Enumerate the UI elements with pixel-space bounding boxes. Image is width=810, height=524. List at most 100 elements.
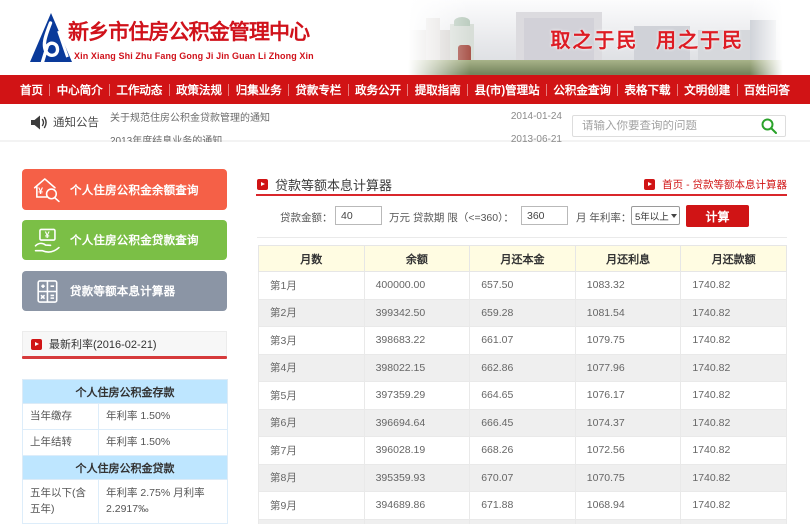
house-search-icon: ¥ [32, 176, 62, 203]
repayment-row: 第8月395359.93670.071070.751740.82 [259, 464, 787, 492]
amount-label: 贷款金额： [280, 210, 333, 225]
repayment-col-header: 月还利息 [575, 246, 681, 272]
repayment-cell: 1077.96 [575, 354, 681, 382]
repayment-row: 第2月399342.50659.281081.541740.82 [259, 299, 787, 327]
repayment-cell: 1072.56 [575, 437, 681, 465]
nav-separator [228, 84, 229, 96]
nav-item-7[interactable]: 政务公开 [355, 82, 401, 98]
repayment-cell: 1740.82 [681, 464, 787, 492]
notice-title[interactable]: 2013年度结息业务的通知 [110, 132, 222, 143]
rates-table: 个人住房公积金存款 当年缴存 年利率 1.50% 上年结转 年利率 1.50% … [22, 379, 228, 524]
repayment-row: 第5月397359.29664.651076.171740.82 [259, 382, 787, 410]
nav-separator [467, 84, 468, 96]
repayment-cell: 666.45 [470, 409, 576, 437]
amount-input[interactable] [335, 206, 382, 225]
notice-title[interactable]: 关于规范住房公积金贷款管理的通知 [110, 109, 270, 124]
main-nav: 首页中心简介工作动态政策法规归集业务贷款专栏政务公开提取指南县(市)管理站公积金… [0, 75, 810, 104]
notice-bar: 通知公告 关于规范住房公积金贷款管理的通知 2014-01-24 2013年度结息业… [0, 104, 810, 142]
notice-list: 关于规范住房公积金贷款管理的通知 2014-01-24 2013年度结息业务的通知2… [110, 104, 562, 142]
repayment-cell: 397359.29 [364, 382, 470, 410]
red-arrow-icon [644, 179, 655, 190]
repayment-col-header: 月还本金 [470, 246, 576, 272]
repayment-cell: 396694.64 [364, 409, 470, 437]
nav-separator [348, 84, 349, 96]
sidebar-button-balance-query[interactable]: ¥ 个人住房公积金余额查询 [22, 169, 227, 210]
nav-separator [677, 84, 678, 96]
notice-item[interactable]: 2013年度结息业务的通知2013-06-21 [110, 128, 562, 142]
nav-item-8[interactable]: 提取指南 [415, 82, 461, 98]
repayment-cell: 1740.82 [681, 327, 787, 355]
repayment-row: 第6月396694.64666.451074.371740.82 [259, 409, 787, 437]
notice-label: 通知公告 [53, 114, 99, 130]
repayment-cell: 673.70 [470, 519, 576, 524]
rates-cell: 上年结转 [23, 430, 99, 456]
repayment-cell: 第2月 [259, 299, 365, 327]
repayment-col-header: 月数 [259, 246, 365, 272]
nav-item-11[interactable]: 表格下载 [625, 82, 671, 98]
nav-item-3[interactable]: 工作动态 [116, 82, 162, 98]
repayment-cell: 1067.12 [575, 519, 681, 524]
repayment-cell: 1740.82 [681, 354, 787, 382]
repayment-cell: 662.86 [470, 354, 576, 382]
sidebar-button-calculator[interactable]: 贷款等额本息计算器 [22, 271, 227, 311]
search-input[interactable] [573, 120, 761, 132]
speaker-icon [30, 115, 47, 130]
nav-item-9[interactable]: 县(市)管理站 [475, 82, 540, 98]
nav-separator [49, 84, 50, 96]
nav-item-6[interactable]: 贷款专栏 [295, 82, 341, 98]
breadcrumb[interactable]: 首页 - 贷款等额本息计算器 [662, 177, 787, 192]
repayment-row: 第10月394017.98673.701067.121740.82 [259, 519, 787, 524]
repayment-cell: 1068.94 [575, 492, 681, 520]
content-title: 贷款等额本息计算器 [275, 175, 392, 194]
nav-separator [737, 84, 738, 96]
nav-item-13[interactable]: 百姓问答 [744, 82, 790, 98]
repayment-cell: 398022.15 [364, 354, 470, 382]
repayment-cell: 第5月 [259, 382, 365, 410]
red-arrow-icon [31, 339, 42, 350]
site-header: 新乡市住房公积金管理中心 Xin Xiang Shi Zhu Fang Gong… [0, 0, 810, 75]
term-input[interactable] [521, 206, 568, 225]
nav-item-12[interactable]: 文明创建 [684, 82, 730, 98]
nav-item-1[interactable]: 首页 [20, 82, 43, 98]
repayment-cell: 第4月 [259, 354, 365, 382]
sidebar-button-label: 贷款等额本息计算器 [70, 283, 175, 299]
notice-item[interactable]: 关于规范住房公积金贷款管理的通知 2014-01-24 [110, 105, 562, 127]
nav-separator [617, 84, 618, 96]
nav-separator [407, 84, 408, 96]
nav-item-10[interactable]: 公积金查询 [553, 82, 611, 98]
repayment-cell: 1740.82 [681, 492, 787, 520]
latest-rate-header: 最新利率(2016-02-21) [22, 331, 227, 356]
repayment-cell: 1083.32 [575, 272, 681, 300]
repayment-row: 第4月398022.15662.861077.961740.82 [259, 354, 787, 382]
select-arrow-icon [671, 214, 677, 218]
calculator-icon [32, 278, 62, 305]
repayment-cell: 1076.17 [575, 382, 681, 410]
search-icon[interactable] [761, 118, 777, 134]
repayment-row: 第7月396028.19668.261072.561740.82 [259, 437, 787, 465]
repayment-cell: 670.07 [470, 464, 576, 492]
repayment-cell: 第9月 [259, 492, 365, 520]
nav-separator [288, 84, 289, 96]
nav-item-2[interactable]: 中心简介 [57, 82, 103, 98]
site-logo [30, 12, 72, 64]
repayment-cell: 1740.82 [681, 272, 787, 300]
repayment-cell: 668.26 [470, 437, 576, 465]
rates-loan-header: 个人住房公积金贷款 [23, 456, 228, 480]
nav-item-5[interactable]: 归集业务 [236, 82, 282, 98]
rate-select[interactable]: 5年以上 [631, 206, 680, 225]
nav-item-4[interactable]: 政策法规 [176, 82, 222, 98]
repayment-cell: 657.50 [470, 272, 576, 300]
site-title: 新乡市住房公积金管理中心 [68, 16, 314, 46]
repayment-cell: 659.28 [470, 299, 576, 327]
sidebar-button-loan-query[interactable]: ¥ 个人住房公积金贷款查询 [22, 220, 227, 260]
calculate-button[interactable]: 计算 [686, 205, 749, 227]
repayment-cell: 400000.00 [364, 272, 470, 300]
repayment-cell: 396028.19 [364, 437, 470, 465]
notice-date: 2014-01-24 [511, 111, 562, 122]
nav-separator [109, 84, 110, 96]
repayment-row: 第1月400000.00657.501083.321740.82 [259, 272, 787, 300]
rates-cell: 年利率 1.50% [99, 430, 228, 456]
repayment-cell: 1081.54 [575, 299, 681, 327]
latest-rate-title: 最新利率(2016-02-21) [49, 336, 157, 352]
repayment-cell: 1079.75 [575, 327, 681, 355]
